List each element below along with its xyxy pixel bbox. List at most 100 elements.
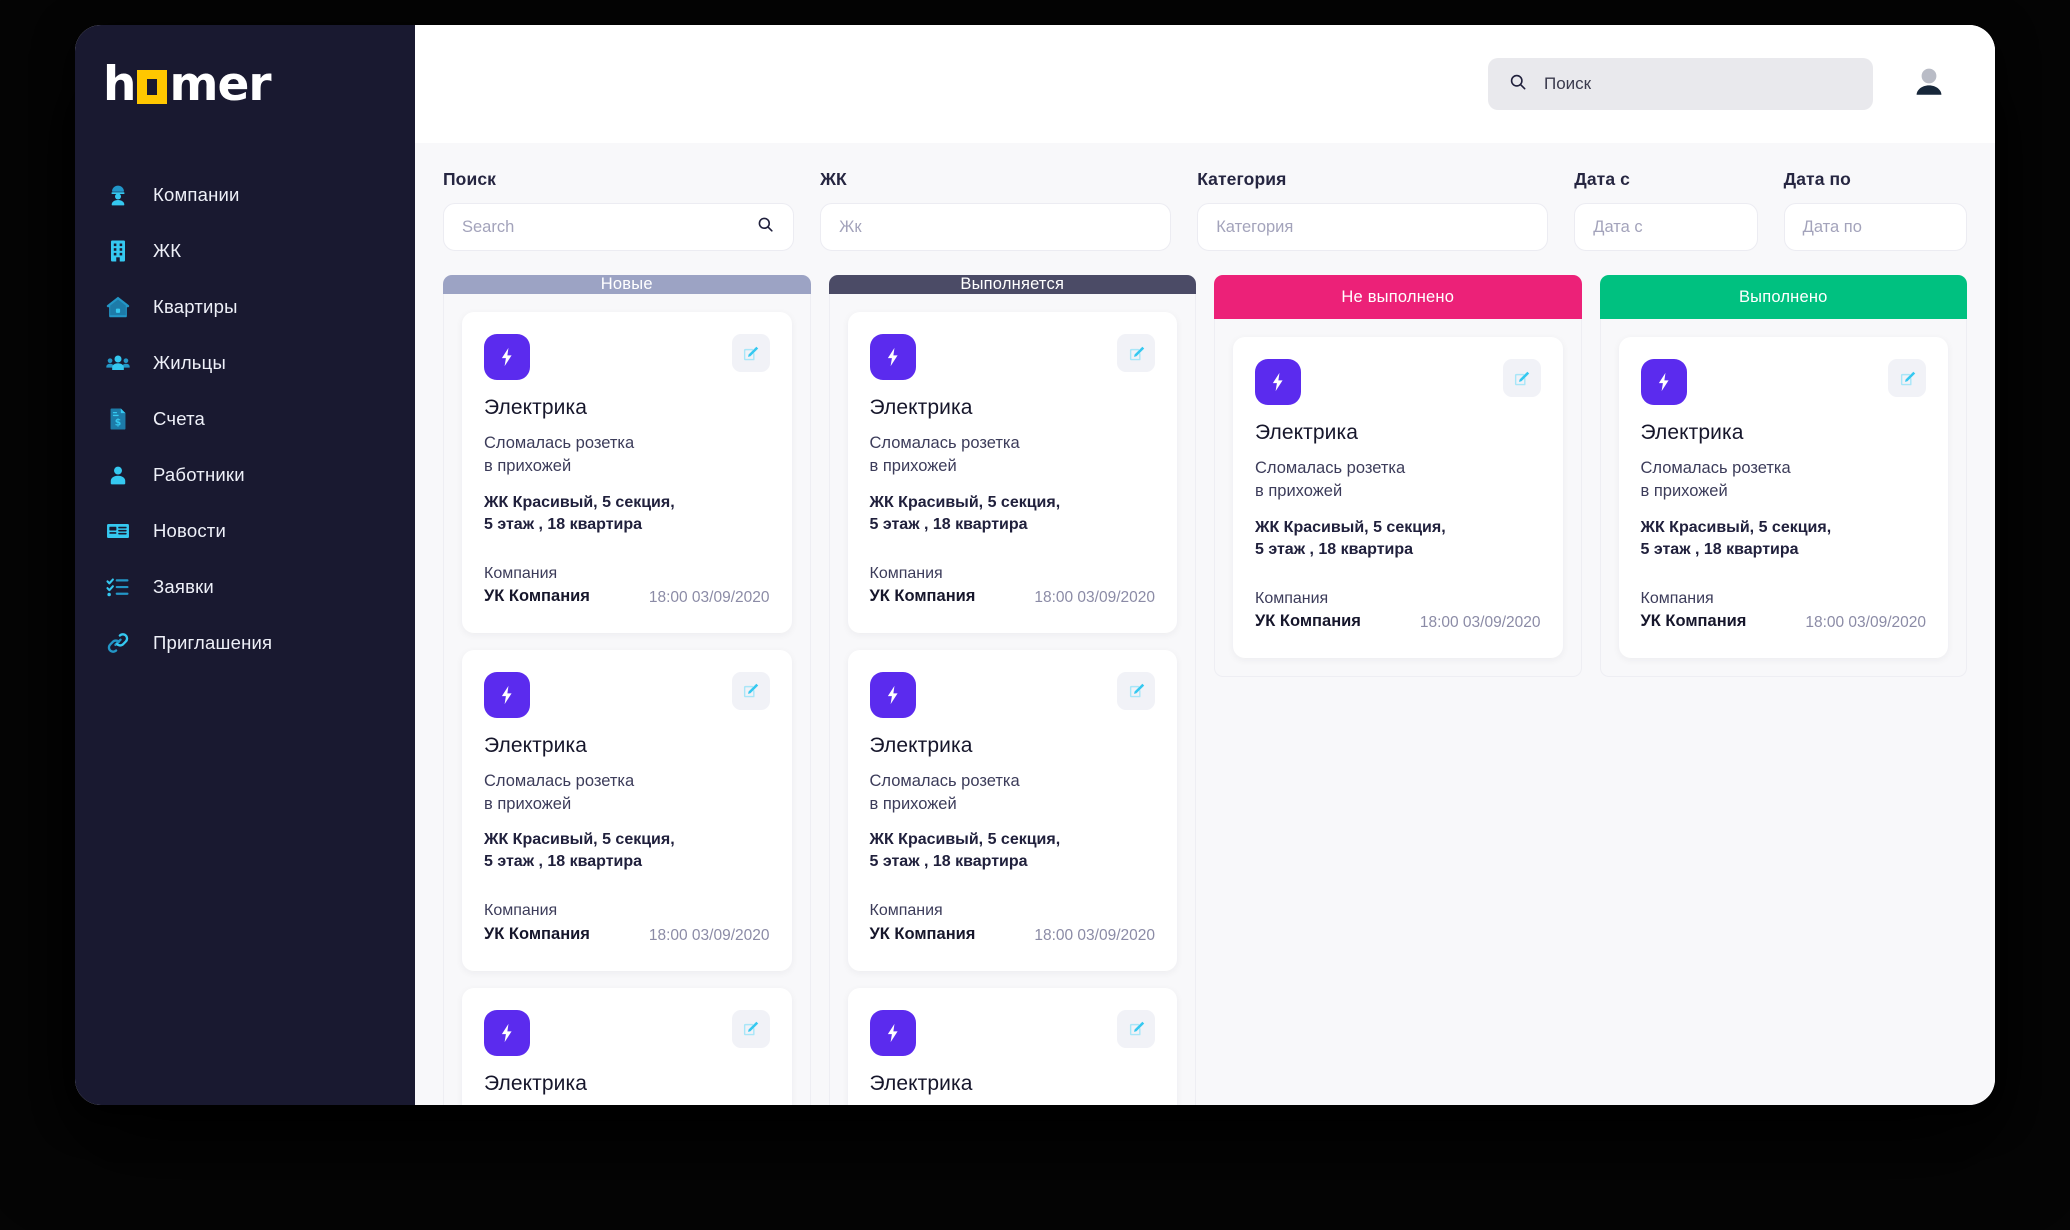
request-card[interactable]: ЭлектрикаСломалась розеткав прихожейЖК К… (462, 649, 792, 971)
card-description: Сломалась розетка в прихожей (869, 434, 1020, 475)
card-header (484, 671, 770, 718)
filter-date-from: Дата с Дата с (1574, 169, 1758, 251)
company-name: УК Компания (869, 924, 976, 943)
lightning-icon (1255, 359, 1301, 405)
edit-icon[interactable] (1888, 359, 1926, 397)
card-datetime: 18:00 03/09/2020 (648, 588, 770, 606)
app-logo[interactable]: h mer (75, 25, 415, 143)
card-description: Сломалась розетка в прихожей (484, 771, 635, 813)
request-card[interactable]: ЭлектрикаСломалась розеткав прихожейЖК К… (462, 987, 792, 1105)
card-company: Компания УК Компания (1641, 587, 1747, 634)
card-header (1640, 359, 1926, 405)
date-from-input[interactable]: Дата с (1574, 203, 1758, 251)
filter-label: Поиск (443, 169, 497, 189)
card-company: Компания УК Компания (1255, 587, 1361, 634)
request-card[interactable]: ЭлектрикаСломалась розеткав прихожейЖК К… (1618, 337, 1948, 658)
zhk-input[interactable]: Жк (820, 203, 1172, 251)
lightning-icon (869, 1009, 916, 1056)
card-category: Электрика (484, 733, 588, 757)
search-input[interactable]: Search (443, 203, 795, 251)
sidebar-item-zhk[interactable]: ЖК (75, 223, 415, 279)
board-column-2: Выполняется Электрика Сломалась розетка в п… (828, 275, 1196, 1105)
card-company: Компания УК Компания (870, 899, 976, 946)
column-header[interactable]: Выполнено (1599, 275, 1967, 319)
sidebar-item-label: Счета (153, 408, 206, 429)
search-icon[interactable] (756, 215, 775, 239)
category-input-placeholder: Категория (1216, 217, 1294, 236)
sidebar-item-news[interactable]: Новости (75, 503, 415, 559)
main-area: Поиск Поиск Search ЖК Жк Категория Катег… (415, 25, 1995, 1105)
request-card[interactable]: ЭлектрикаСломалась розеткав прихожейЖК К… (462, 312, 792, 633)
edit-icon[interactable] (1117, 1009, 1155, 1048)
lightning-icon (484, 1009, 530, 1056)
person-icon (103, 460, 133, 490)
column-header[interactable]: Новые (443, 275, 811, 294)
card-datetime: 18:00 03/09/2020 (1034, 588, 1155, 606)
column-title: Новые (600, 275, 653, 293)
request-card[interactable]: ЭлектрикаСломалась розеткав прихожейЖК К… (847, 649, 1177, 971)
column-header[interactable]: Не выполнено (1214, 275, 1582, 319)
kanban-board: Новые Электрика Сломалась розетка в прихоже… (415, 263, 1995, 1105)
request-card[interactable]: ЭлектрикаСломалась розеткав прихожейЖК К… (1233, 337, 1563, 658)
company-name: УК Компания (1255, 611, 1361, 630)
card-address: ЖК Красивый, 5 секция, 5 этаж , 18 кварти… (869, 493, 1061, 533)
date-to-input[interactable]: Дата по (1783, 203, 1967, 251)
sidebar-item-workers[interactable]: Работники (75, 447, 415, 503)
card-header (869, 1009, 1155, 1056)
sidebar-item-residents[interactable]: Жильцы (75, 335, 415, 391)
sidebar-item-requests[interactable]: Заявки (75, 559, 415, 615)
avatar-icon (1916, 68, 1942, 95)
card-address: ЖК Красивый, 5 секция, 5 этаж , 18 кварти… (869, 831, 1061, 871)
sidebar-item-apartments[interactable]: Квартиры (75, 279, 415, 335)
card-description: Сломалась розетка в прихожей (484, 434, 635, 475)
card-datetime: 18:00 03/09/2020 (1419, 613, 1541, 631)
card-category: Электрика (1640, 421, 1744, 444)
sidebar-nav: Компании ЖК Квартиры Жильцы $ Счета Рабо… (75, 167, 415, 671)
edit-icon[interactable] (1117, 671, 1155, 710)
company-label: Компания (484, 902, 558, 920)
card-datetime: 18:00 03/09/2020 (1034, 926, 1155, 944)
card-category: Электрика (1255, 421, 1359, 444)
sidebar-item-label: Приглашения (153, 632, 273, 653)
card-category: Электрика (484, 1071, 588, 1095)
edit-icon[interactable] (731, 1009, 770, 1048)
card-company: Компания УК Компания (484, 562, 590, 609)
avatar[interactable] (1907, 62, 1951, 106)
edit-icon[interactable] (731, 671, 770, 710)
card-category: Электрика (869, 1071, 973, 1095)
date-from-placeholder: Дата с (1593, 217, 1643, 236)
search-input-placeholder: Search (462, 217, 515, 236)
desktop-background: h mer Компании ЖК Квартиры Жильцы $ Счет… (0, 0, 2070, 1230)
filter-search: Поиск Search (443, 169, 795, 251)
request-card[interactable]: Электрика Сломалась розеткав прихожей ЖК К… (847, 312, 1177, 633)
card-header (1255, 359, 1541, 405)
board-column-3: Не выполнено Электрика Сломалась розетка в … (1214, 275, 1582, 1105)
company-label: Компания (1640, 589, 1714, 607)
card-category: Электрика (869, 396, 973, 419)
global-search-input[interactable]: Поиск (1488, 58, 1873, 110)
date-to-placeholder: Дата по (1802, 217, 1862, 236)
edit-icon[interactable] (731, 334, 770, 372)
sidebar-item-invoices[interactable]: $ Счета (75, 391, 415, 447)
svg-text:$: $ (115, 418, 122, 429)
card-footer: Компания УК Компания 18:00 03/09/2020 (1641, 587, 1927, 634)
column-header[interactable]: Выполняется (828, 275, 1196, 294)
app-window: h mer Компании ЖК Квартиры Жильцы $ Счет… (75, 25, 1995, 1105)
sidebar-item-invitations[interactable]: Приглашения (75, 615, 415, 671)
column-card-list: Электрика Сломалась розетка в прихожей ЖК К… (1214, 319, 1582, 677)
sidebar: h mer Компании ЖК Квартиры Жильцы $ Счет… (75, 25, 415, 1105)
edit-icon[interactable] (1117, 334, 1155, 372)
company-label: Компания (869, 902, 943, 920)
request-card[interactable]: ЭлектрикаСломалась розеткав прихожейЖК К… (847, 987, 1177, 1105)
logo-text-part1: h (103, 56, 136, 112)
category-input[interactable]: Категория (1197, 203, 1549, 251)
sidebar-item-label: Работники (153, 464, 245, 485)
sidebar-item-companies[interactable]: Компании (75, 167, 415, 223)
filter-zhk: ЖК Жк (820, 169, 1172, 251)
home-icon (103, 292, 133, 322)
worker-icon (103, 180, 133, 210)
edit-icon[interactable] (1502, 359, 1541, 397)
sidebar-item-label: Компании (153, 184, 240, 205)
sidebar-item-label: Заявки (153, 576, 214, 597)
filter-label: Категория (1197, 169, 1287, 189)
